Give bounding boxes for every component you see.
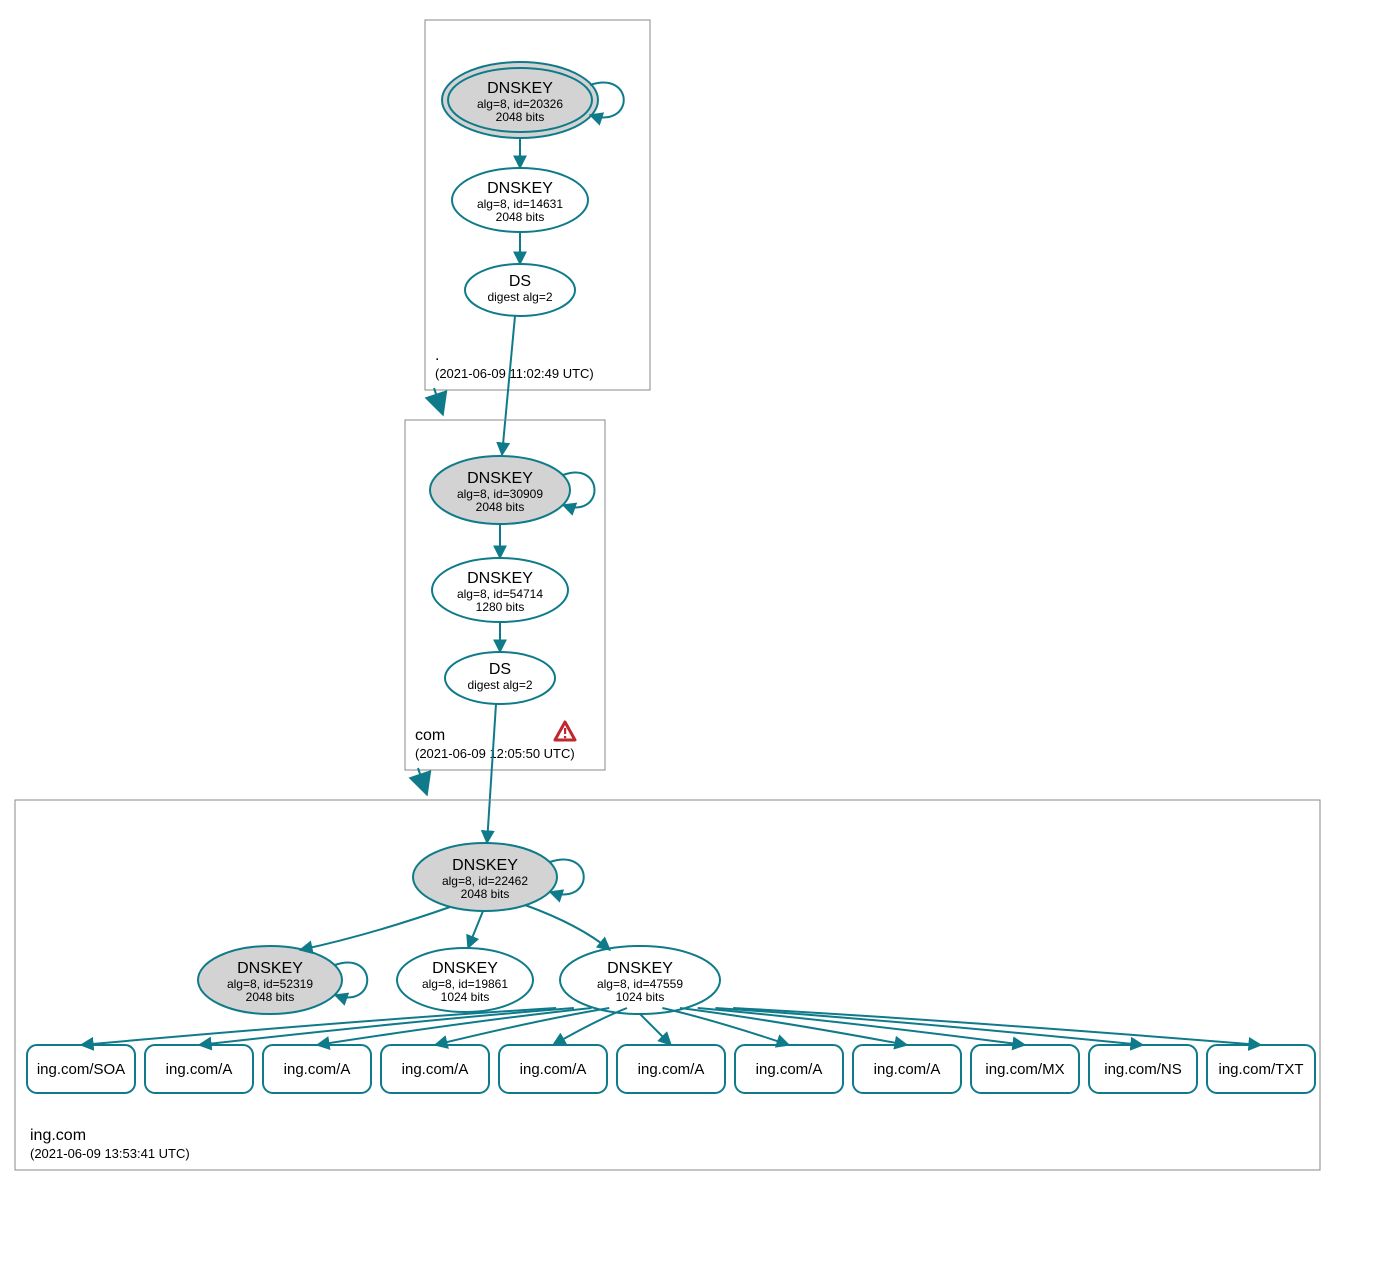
node-ing-zsk: DNSKEY alg=8, id=47559 1024 bits xyxy=(560,946,720,1014)
zone-root-ts: (2021-06-09 11:02:49 UTC) xyxy=(435,366,594,381)
svg-text:alg=8, id=14631: alg=8, id=14631 xyxy=(477,197,563,211)
edge-zsk-to-rrset xyxy=(698,1008,1025,1045)
rrset-label: ing.com/MX xyxy=(985,1061,1064,1078)
svg-text:alg=8, id=30909: alg=8, id=30909 xyxy=(457,487,543,501)
zone-com: com (2021-06-09 12:05:50 UTC) DNSKEY alg… xyxy=(405,420,605,770)
node-com-ksk: DNSKEY alg=8, id=30909 2048 bits xyxy=(430,456,595,524)
edge-ing-ksk-sk3 xyxy=(468,911,483,948)
edge-com-ds-to-ing-ksk xyxy=(487,704,496,843)
edge-com-to-ing-zone xyxy=(418,768,426,792)
node-root-ksk: DNSKEY alg=8, id=20326 2048 bits xyxy=(442,62,624,138)
svg-text:DNSKEY: DNSKEY xyxy=(607,960,673,977)
rrset-label: ing.com/A xyxy=(166,1061,233,1078)
zone-com-label: com xyxy=(415,727,445,744)
edge-zsk-to-rrset xyxy=(733,1008,1261,1045)
rrset-row: ing.com/SOA ing.com/A ing.com/A ing.com/A in… xyxy=(27,1045,1315,1093)
zone-ing-label: ing.com xyxy=(30,1127,86,1144)
zone-ing-ts: (2021-06-09 13:53:41 UTC) xyxy=(30,1146,190,1161)
edge-zsk-to-rrset xyxy=(81,1008,556,1045)
svg-text:alg=8, id=54714: alg=8, id=54714 xyxy=(457,587,543,601)
rrset-label: ing.com/A xyxy=(520,1061,587,1078)
edge-ing-ksk-zsk xyxy=(525,905,610,950)
edge-root-to-com-zone xyxy=(434,388,442,412)
edge-root-ds-to-com-ksk xyxy=(502,316,515,455)
svg-text:alg=8, id=22462: alg=8, id=22462 xyxy=(442,874,528,888)
node-ing-sk2: DNSKEY alg=8, id=52319 2048 bits xyxy=(198,946,367,1014)
svg-text:digest alg=2: digest alg=2 xyxy=(467,678,532,692)
svg-text:DS: DS xyxy=(509,273,531,290)
rrset-label: ing.com/A xyxy=(402,1061,469,1078)
svg-text:digest alg=2: digest alg=2 xyxy=(487,290,552,304)
svg-text:alg=8, id=20326: alg=8, id=20326 xyxy=(477,97,563,111)
rrset-label: ing.com/SOA xyxy=(37,1061,125,1078)
svg-text:1024 bits: 1024 bits xyxy=(441,990,490,1004)
svg-text:1024 bits: 1024 bits xyxy=(616,990,665,1004)
svg-text:DNSKEY: DNSKEY xyxy=(452,857,518,874)
rrset-label: ing.com/TXT xyxy=(1218,1061,1303,1078)
svg-text:2048 bits: 2048 bits xyxy=(496,210,545,224)
node-ing-ksk: DNSKEY alg=8, id=22462 2048 bits xyxy=(413,843,584,911)
svg-text:1280 bits: 1280 bits xyxy=(476,600,525,614)
svg-text:alg=8, id=47559: alg=8, id=47559 xyxy=(597,977,683,991)
svg-text:2048 bits: 2048 bits xyxy=(476,500,525,514)
warning-icon xyxy=(555,722,575,740)
node-root-ds: DS digest alg=2 xyxy=(465,264,575,316)
edge-zsk-to-rrset xyxy=(553,1008,627,1045)
node-com-zsk: DNSKEY alg=8, id=54714 1280 bits xyxy=(432,558,568,622)
svg-text:2048 bits: 2048 bits xyxy=(246,990,295,1004)
rrset-label: ing.com/A xyxy=(874,1061,941,1078)
svg-text:DNSKEY: DNSKEY xyxy=(487,80,553,97)
edge-zsk-to-rrset xyxy=(715,1008,1143,1045)
svg-text:DNSKEY: DNSKEY xyxy=(432,960,498,977)
zone-root-label: . xyxy=(435,347,439,364)
svg-text:alg=8, id=52319: alg=8, id=52319 xyxy=(227,977,313,991)
svg-text:alg=8, id=19861: alg=8, id=19861 xyxy=(422,977,508,991)
svg-text:DNSKEY: DNSKEY xyxy=(237,960,303,977)
edge-zsk-to-rrset xyxy=(640,1014,671,1045)
node-root-zsk: DNSKEY alg=8, id=14631 2048 bits xyxy=(452,168,588,232)
rrset-label: ing.com/A xyxy=(638,1061,705,1078)
svg-text:DNSKEY: DNSKEY xyxy=(487,180,553,197)
rrset-label: ing.com/A xyxy=(284,1061,351,1078)
node-ing-sk3: DNSKEY alg=8, id=19861 1024 bits xyxy=(397,948,533,1012)
svg-text:DNSKEY: DNSKEY xyxy=(467,470,533,487)
edge-ing-ksk-sk2 xyxy=(300,907,450,950)
svg-text:2048 bits: 2048 bits xyxy=(496,110,545,124)
node-com-ds: DS digest alg=2 xyxy=(445,652,555,704)
zone-root: . (2021-06-09 11:02:49 UTC) DNSKEY alg=8… xyxy=(425,20,650,390)
svg-text:DNSKEY: DNSKEY xyxy=(467,570,533,587)
rrset-label: ing.com/NS xyxy=(1104,1061,1182,1078)
zone-ing: ing.com (2021-06-09 13:53:41 UTC) DNSKEY… xyxy=(15,800,1320,1170)
rrset-label: ing.com/A xyxy=(756,1061,823,1078)
svg-text:DS: DS xyxy=(489,661,511,678)
svg-text:2048 bits: 2048 bits xyxy=(461,887,510,901)
zone-com-ts: (2021-06-09 12:05:50 UTC) xyxy=(415,746,575,761)
